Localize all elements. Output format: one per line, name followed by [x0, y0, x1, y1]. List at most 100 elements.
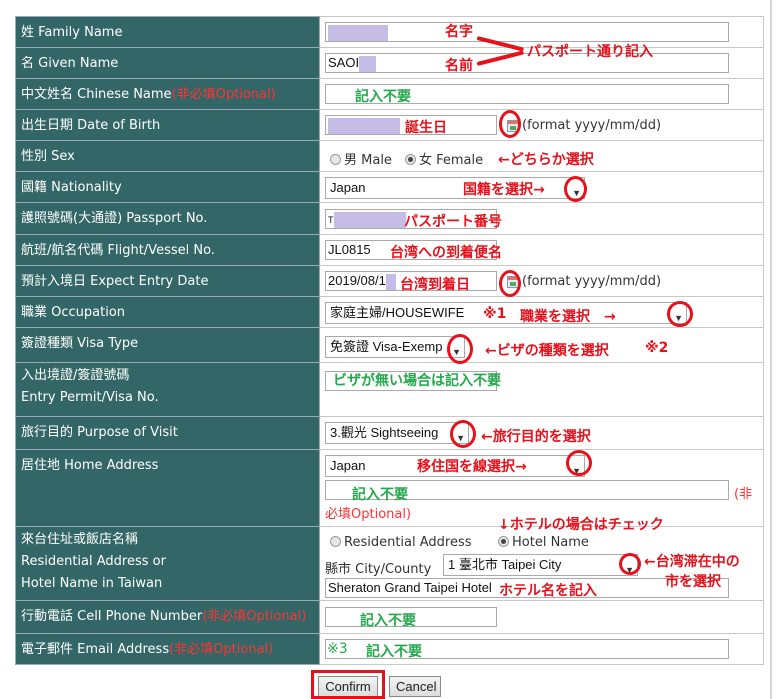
radio-female[interactable] — [405, 154, 416, 165]
annotation-arrival-flight: 台湾への到着便名 — [390, 245, 502, 261]
label-text: 旅行目的 Purpose of Visit — [21, 425, 178, 440]
optional-tag: (非 — [734, 487, 753, 502]
input-value: SAOI — [328, 55, 360, 70]
input-value: 2019/08/1 — [328, 273, 386, 288]
label-text: 中文姓名 Chinese Name — [21, 87, 172, 102]
radio-hotel[interactable] — [498, 536, 509, 547]
optional-tag: 必填Optional) — [325, 507, 412, 522]
annotation-as-passport: パスポート通り記入 — [527, 44, 653, 60]
label-family-name: 姓 Family Name — [15, 16, 320, 48]
radio-residential[interactable] — [330, 536, 341, 547]
label-date-of-birth: 出生日期 Date of Birth — [15, 109, 320, 141]
visa-type-select[interactable]: 免簽證 Visa-Exemp ▼ — [325, 336, 465, 358]
annotation-not-required: 記入不要 — [352, 487, 408, 503]
annotation-surname: 名字 — [445, 24, 473, 40]
highlight-ring — [499, 110, 521, 138]
input-value: Sheraton Grand Taipei Hotel — [328, 580, 492, 595]
select-value: 3.觀光 Sightseeing — [330, 425, 439, 440]
label-entry-permit: 入出境證/簽證號碼 Entry Permit/Visa No. — [15, 362, 320, 417]
radio-male[interactable] — [330, 154, 341, 165]
label-given-name: 名 Given Name — [15, 47, 320, 79]
annotation-not-required: 記入不要 — [360, 613, 416, 629]
cell-date-of-birth: (format yyyy/mm/dd) — [319, 109, 764, 141]
label-flight-no: 航班/航名代碼 Flight/Vessel No. — [15, 234, 320, 266]
annotation-not-required: 記入不要 — [355, 89, 411, 105]
label-text: 居住地 Home Address — [21, 458, 159, 473]
highlight-ring — [564, 176, 587, 202]
redacted-value — [328, 117, 400, 134]
label-occupation: 職業 Occupation — [15, 296, 320, 328]
highlight-ring — [450, 420, 476, 448]
annotation-birthday: 誕生日 — [405, 120, 447, 136]
label-email: 電子郵件 Email Address(非必填Optional) — [15, 633, 320, 665]
label-text: 來台住址或飯店名稱 — [21, 532, 139, 547]
highlight-ring — [447, 334, 473, 364]
sex-option-female[interactable]: 女 Female — [405, 149, 483, 168]
annotation-choose-one: ←どちらか選択 — [498, 152, 594, 168]
label-text: 入出境證/簽證號碼 — [21, 368, 130, 383]
annotation-not-required: 記入不要 — [366, 644, 422, 660]
label-text: Entry Permit/Visa No. — [21, 390, 159, 405]
purpose-select[interactable]: 3.觀光 Sightseeing ▼ — [325, 422, 469, 444]
annotation-given: 名前 — [445, 58, 473, 74]
label-cell-phone: 行動電話 Cell Phone Number(非必填Optional) — [15, 600, 320, 634]
radio-label: 女 Female — [419, 153, 484, 168]
annotation-hotel-name: ホテル名を記入 — [499, 583, 597, 599]
cell-passport-no: T — [319, 202, 764, 235]
family-name-input[interactable] — [325, 22, 729, 42]
cancel-button[interactable]: Cancel — [389, 676, 441, 697]
redacted-value — [359, 55, 377, 72]
annotation-choose-visa: ←ビザの種類を選択 — [485, 343, 609, 359]
annotation-choose-city: ←台湾滞在中の — [644, 554, 740, 570]
annotation-choose-purpose: ←旅行目的を選択 — [481, 429, 591, 445]
label-home-address: 居住地 Home Address — [15, 449, 320, 527]
radio-label: Residential Address — [344, 535, 472, 550]
city-label: 縣市 City/County — [325, 562, 432, 577]
label-text: Residential Address or — [21, 554, 166, 569]
annotation-choose-residence: 移住国を線選択→ — [417, 459, 527, 475]
label-text: 名 Given Name — [21, 56, 119, 71]
annotation-arrival-date: 台湾到着日 — [400, 277, 470, 293]
highlight-ring — [667, 301, 693, 327]
label-passport-no: 護照號碼(大通證) Passport No. — [15, 202, 320, 235]
date-format-hint: (format yyyy/mm/dd) — [522, 274, 662, 289]
select-value: 1 臺北市 Taipei City — [448, 557, 562, 572]
nationality-select[interactable]: Japan ▼ — [325, 177, 585, 199]
cell-entry-date: 2019/08/1 (format yyyy/mm/dd) — [319, 265, 764, 297]
sex-option-male[interactable]: 男 Male — [330, 149, 392, 168]
annotation-note2: ※2 — [645, 340, 669, 356]
label-text: 姓 Family Name — [21, 25, 123, 40]
select-value: 家庭主婦/HOUSEWIFE — [330, 305, 465, 320]
option-residential[interactable]: Residential Address — [330, 535, 472, 550]
label-chinese-name: 中文姓名 Chinese Name(非必填Optional) — [15, 78, 320, 110]
highlight-ring — [499, 270, 521, 297]
label-text: Hotel Name in Taiwan — [21, 576, 163, 591]
redacted-value — [385, 273, 396, 290]
optional-tag: (非必填Optional) — [202, 609, 307, 624]
label-text: 航班/航名代碼 Flight/Vessel No. — [21, 243, 215, 258]
optional-tag: (非必填Optional) — [171, 87, 276, 102]
label-nationality: 國籍 Nationality — [15, 171, 320, 203]
select-value: Japan — [330, 180, 366, 195]
label-sex: 性別 Sex — [15, 140, 320, 172]
label-text: 性別 Sex — [21, 149, 75, 164]
annotation-note1: ※1 — [483, 306, 507, 322]
annotation-check-hotel: ↓ホテルの場合はチェック — [498, 517, 664, 533]
annotation-passport-number: パスポート番号 — [404, 214, 502, 230]
input-value: JL0815 — [328, 242, 371, 257]
option-hotel[interactable]: Hotel Name — [498, 535, 589, 550]
highlight-ring — [566, 450, 592, 476]
redacted-value — [328, 24, 388, 41]
annotation-choose-city: 市を選択 — [665, 574, 721, 590]
annotation-no-visa: ビザが無い場合は記入不要 — [333, 373, 501, 389]
label-text: 職業 Occupation — [21, 305, 126, 320]
annotation-choose-nationality: 国籍を選択→ — [463, 182, 545, 198]
label-text: 行動電話 Cell Phone Number — [21, 609, 203, 624]
annotation-choose-occupation: 職業を選択 → — [520, 309, 616, 325]
label-text: 電子郵件 Email Address — [21, 642, 170, 657]
label-text: 出生日期 Date of Birth — [21, 118, 161, 133]
select-value: 免簽證 Visa-Exemp — [330, 339, 443, 354]
date-format-hint: (format yyyy/mm/dd) — [522, 118, 662, 133]
city-select[interactable]: 1 臺北市 Taipei City ▼ — [443, 554, 638, 576]
optional-tag: (非必填Optional) — [169, 642, 274, 657]
